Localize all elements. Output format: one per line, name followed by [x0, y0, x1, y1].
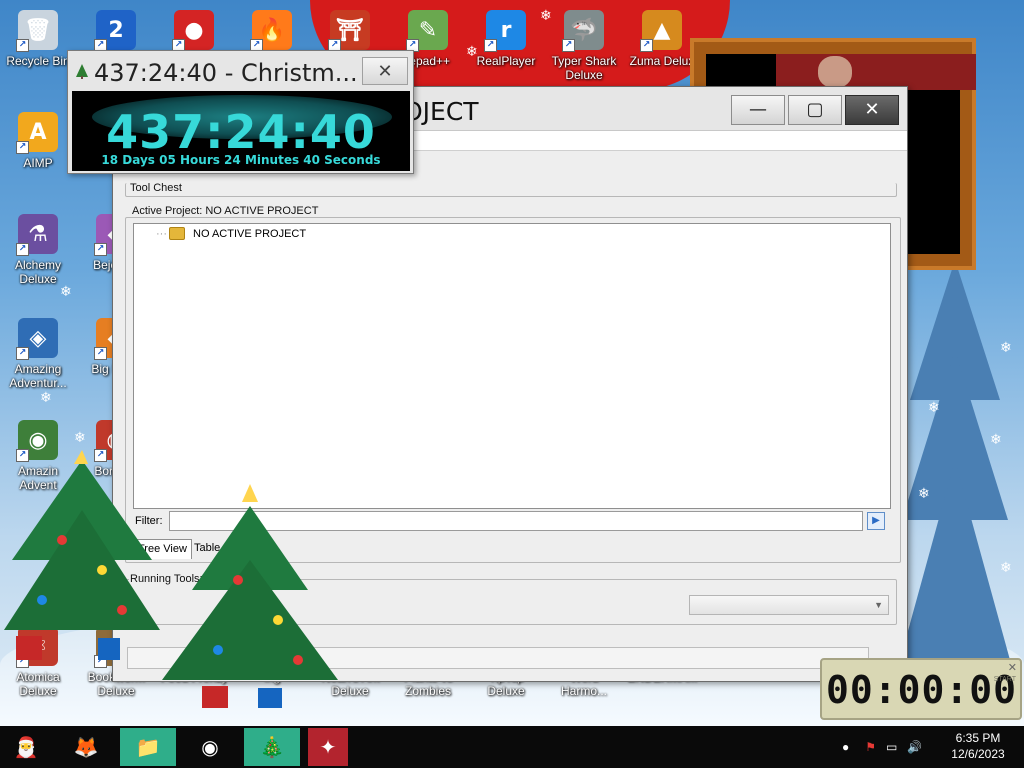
- clock-time: 6:35 PM: [955, 731, 1001, 745]
- chevron-down-icon: ▼: [874, 600, 883, 610]
- active-project-label: Active Project: NO ACTIVE PROJECT: [131, 205, 320, 217]
- taskbar-glyph: ✦: [319, 735, 337, 759]
- tree-dots: ···: [156, 227, 167, 240]
- desktop-icon-label: Alchemy Deluxe: [14, 258, 61, 286]
- folder-icon: [169, 227, 185, 240]
- volume-icon[interactable]: 🔊: [907, 740, 922, 754]
- snowflake: ❄: [918, 486, 930, 502]
- aimp-icon: A ↗: [16, 112, 58, 154]
- christmas-tree-app-icon[interactable]: 🎄: [244, 728, 300, 766]
- desktop-icon[interactable]: ◈ ↗ Amazing Adventur...: [0, 318, 76, 390]
- chrome-icon[interactable]: ◉: [190, 728, 230, 766]
- desktop-icon[interactable]: ▲ ↗ Zuma Delux: [624, 10, 700, 68]
- desktop-icon[interactable]: A ↗ AIMP: [0, 112, 76, 170]
- red-app-icon[interactable]: ✦: [308, 728, 348, 766]
- christmas-tree-icon: [76, 64, 88, 79]
- torii-icon: ⛩ ↗: [328, 10, 370, 52]
- shortcut-arrow-icon: ↗: [94, 243, 107, 256]
- desktop-icon[interactable]: 🗑 ↗ Recycle Bin: [0, 10, 76, 68]
- taskbar-glyph: ◉: [201, 735, 219, 759]
- desktop-icon[interactable]: ⚗ ↗ Alchemy Deluxe: [0, 214, 76, 286]
- desktop-icon[interactable]: r ↗ RealPlayer: [468, 10, 544, 68]
- taskbar-glyph: 🦊: [73, 735, 99, 759]
- realplayer-icon: r ↗: [484, 10, 526, 52]
- background-pine-tree: [900, 260, 1010, 660]
- amazing-adventures-icon: ◈ ↗: [16, 318, 58, 360]
- close-icon[interactable]: ✕: [1008, 661, 1017, 674]
- tree-item-label: NO ACTIVE PROJECT: [193, 227, 307, 240]
- christmas-tree-decoration-left: [4, 450, 160, 660]
- firefox-icon: 🔥 ↗: [250, 10, 292, 52]
- shortcut-arrow-icon: ↗: [484, 39, 497, 52]
- app-title: OJECT: [403, 97, 479, 126]
- shortcut-arrow-icon: ↗: [16, 141, 29, 154]
- countdown-title: 437:24:40 - Christm...: [94, 59, 358, 87]
- shortcut-arrow-icon: ↗: [16, 243, 29, 256]
- recycle-bin-icon: 🗑 ↗: [16, 10, 58, 52]
- notification-dot-icon[interactable]: ●: [842, 740, 849, 754]
- filter-apply-icon[interactable]: ▶: [867, 512, 885, 530]
- desktop-icon[interactable]: 2 ↗: [78, 10, 154, 54]
- shortcut-arrow-icon: ↗: [94, 347, 107, 360]
- desktop-icon[interactable]: 🔥 ↗: [234, 10, 310, 54]
- taskbar-glyph: 🎄: [259, 735, 285, 759]
- close-button[interactable]: ✕: [845, 95, 899, 125]
- snowflake: ❄: [928, 400, 940, 416]
- shortcut-arrow-icon: ↗: [640, 39, 653, 52]
- snowflake: ❄: [1000, 340, 1012, 356]
- project-tree[interactable]: ··· NO ACTIVE PROJECT: [133, 223, 891, 509]
- countdown-display: 437:24:40 18 Days 05 Hours 24 Minutes 40…: [72, 91, 410, 171]
- clock-date: 12/6/2023: [951, 747, 1005, 761]
- stopwatch-display: 00:00:00: [826, 668, 1018, 712]
- desktop-icon-label: RealPlayer: [476, 54, 536, 68]
- firefox-icon[interactable]: 🦊: [66, 728, 106, 766]
- number-two-icon: 2 ↗: [94, 10, 136, 52]
- desktop-icon[interactable]: 🦈 ↗ Typer Shark Deluxe: [546, 10, 622, 82]
- red-character-icon: ● ↗: [172, 10, 214, 52]
- security-icon[interactable]: ⚑: [865, 740, 876, 754]
- desktop-icon[interactable]: ⛩ ↗: [312, 10, 388, 54]
- file-explorer-icon[interactable]: 📁: [120, 728, 176, 766]
- start-button[interactable]: START: [994, 676, 1016, 683]
- snowflake: ❄: [990, 432, 1002, 448]
- desktop-icon-label: AIMP: [23, 156, 53, 170]
- minimize-button[interactable]: —: [731, 95, 785, 125]
- running-tools-dropdown[interactable]: ▼: [689, 595, 889, 615]
- desktop-icon-label: Amazing Adventur...: [9, 362, 67, 390]
- shortcut-arrow-icon: ↗: [16, 39, 29, 52]
- desktop-icon-label: Typer Shark Deluxe: [551, 54, 617, 82]
- desktop-icon[interactable]: ● ↗: [156, 10, 232, 54]
- desktop-icon-label: Recycle Bin: [6, 54, 70, 68]
- taskbar: 🎅 🦊 📁 ◉ 🎄 ✦ ● ⚑ ▭ 🔊 6:35 PM 12/6/2023: [0, 726, 1024, 768]
- snowflake: ❄: [40, 390, 52, 406]
- tool-chest-panel: [125, 183, 897, 197]
- alchemy-icon: ⚗ ↗: [16, 214, 58, 256]
- santa-start-icon[interactable]: 🎅: [6, 728, 46, 766]
- typer-shark-icon: 🦈 ↗: [562, 10, 604, 52]
- taskbar-clock[interactable]: 6:35 PM 12/6/2023: [944, 730, 1012, 762]
- shortcut-arrow-icon: ↗: [16, 347, 29, 360]
- snowflake: ❄: [1000, 560, 1012, 576]
- zuma-icon: ▲ ↗: [640, 10, 682, 52]
- countdown-detail: 18 Days 05 Hours 24 Minutes 40 Seconds: [101, 153, 381, 167]
- christmas-countdown-window[interactable]: 437:24:40 - Christm... ✕ 437:24:40 18 Da…: [67, 50, 414, 174]
- curtain: [776, 54, 976, 90]
- stopwatch-widget[interactable]: 00:00:00 ✕ START: [820, 658, 1022, 720]
- desktop-icon-label: Zuma Delux: [629, 54, 695, 68]
- christmas-tree-decoration-center: [162, 484, 338, 708]
- countdown-big-value: 437:24:40: [106, 105, 376, 159]
- snowflake: ❄: [60, 284, 72, 300]
- taskbar-glyph: 🎅: [13, 735, 39, 759]
- notepad-plus-plus-icon: ✎ ↗: [406, 10, 448, 52]
- maximize-button[interactable]: ▢: [788, 95, 842, 125]
- taskbar-glyph: 📁: [135, 735, 161, 759]
- person-face: [818, 56, 852, 88]
- close-button[interactable]: ✕: [362, 57, 408, 85]
- tool-chest-label: Tool Chest: [129, 182, 183, 194]
- system-tray: ● ⚑ ▭ 🔊: [842, 726, 922, 768]
- shortcut-arrow-icon: ↗: [562, 39, 575, 52]
- network-icon[interactable]: ▭: [886, 740, 897, 754]
- tree-item-root[interactable]: ··· NO ACTIVE PROJECT: [156, 227, 306, 240]
